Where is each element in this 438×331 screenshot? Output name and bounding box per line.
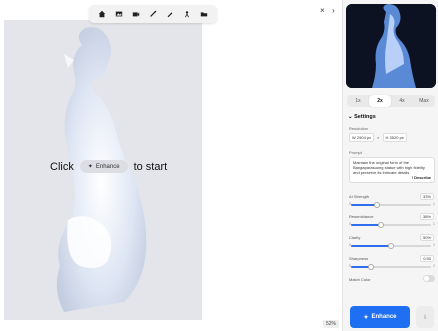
folder-icon[interactable] [198, 8, 210, 20]
sparkle-icon: ✦ [87, 164, 93, 170]
slider-value[interactable]: 33% [419, 193, 434, 200]
describe-icon: ⫶ [411, 174, 413, 180]
slider-label: Sharpness [349, 256, 369, 261]
scale-option-4x[interactable]: 4x [391, 95, 413, 107]
slider-min: 0 [349, 202, 351, 206]
start-text-before: Click [50, 160, 74, 173]
slider-label: Clarity [349, 235, 361, 240]
width-unit: px [366, 135, 372, 140]
slider-max: 1 [433, 243, 435, 247]
slider-max: 1 [433, 202, 435, 206]
video-icon[interactable] [130, 8, 142, 20]
preview-thumbnail[interactable] [346, 4, 436, 88]
slider-max: 1 [433, 222, 435, 226]
slider-value[interactable]: 38% [419, 213, 434, 220]
settings-title: Settings [354, 114, 376, 120]
width-value: 2904 [356, 135, 366, 140]
describe-label: Describe [414, 174, 431, 180]
slider-handle[interactable] [374, 202, 381, 208]
slider-fill [351, 224, 382, 226]
height-prefix: H [385, 135, 389, 140]
start-enhance-label: Enhance [95, 163, 120, 170]
slider-max: 2 [433, 264, 435, 268]
image-icon[interactable] [113, 8, 125, 20]
slider-track[interactable] [351, 222, 431, 228]
start-prompt: Click ✦ Enhance to start [50, 160, 167, 173]
width-prefix: W [352, 135, 356, 140]
slider-label: AI Strength [349, 194, 370, 199]
top-toolbar [89, 5, 217, 23]
scale-option-2x[interactable]: 2x [369, 95, 391, 107]
height-unit: px [399, 135, 404, 140]
height-value: 3520 [389, 135, 399, 140]
home-icon[interactable] [96, 8, 108, 20]
start-enhance-button[interactable]: ✦ Enhance [79, 160, 128, 173]
slider-handle[interactable] [368, 264, 374, 270]
wand-icon[interactable] [147, 8, 159, 20]
scale-selector: 1x 2x 4x Max [347, 95, 435, 107]
resolution-separator: × [377, 135, 380, 140]
slider-track[interactable] [351, 264, 431, 270]
match-color-label: Match Color [349, 277, 371, 282]
person-icon[interactable] [181, 8, 193, 20]
settings-sidebar: 1x 2x 4x Max ⌄ Settings Resolution W 2904 p… [342, 0, 438, 331]
slider-label: Resemblance [349, 214, 374, 219]
resolution-row: W 2904 px × H 3520 px [349, 133, 407, 142]
prompt-label: Prompt [349, 150, 362, 155]
preview-image [346, 4, 436, 88]
sparkle-icon: ✦ [363, 314, 369, 321]
download-icon[interactable]: ⇩ [416, 306, 434, 328]
canvas-area: × › Click ✦ Enhance to start 52% [0, 0, 342, 331]
match-color-toggle[interactable] [423, 275, 435, 282]
slider-min: 0 [349, 264, 351, 268]
resolution-label: Resolution [349, 126, 368, 131]
height-field[interactable]: H 3520 px [382, 133, 407, 142]
slider-handle[interactable] [388, 243, 394, 249]
enhance-label: Enhance [371, 314, 397, 320]
brush-icon[interactable] [164, 8, 176, 20]
slider-min: 0 [349, 243, 351, 247]
settings-header[interactable]: ⌄ Settings [348, 114, 376, 120]
slider-handle[interactable] [378, 222, 385, 228]
prompt-text: Maintain the original form of the Bangap… [353, 160, 425, 176]
chevron-right-icon[interactable]: › [332, 6, 335, 15]
slider-fill [351, 245, 391, 247]
slider-track[interactable] [351, 243, 431, 249]
start-text-after: to start [133, 160, 168, 173]
slider-track[interactable] [351, 202, 431, 208]
close-icon[interactable]: × [320, 6, 325, 15]
scale-option-1x[interactable]: 1x [347, 95, 369, 107]
enhance-button[interactable]: ✦ Enhance [350, 306, 410, 328]
slider-value[interactable]: 50% [419, 234, 434, 241]
width-field[interactable]: W 2904 px [349, 133, 375, 142]
slider-value[interactable]: 0.50 [420, 255, 434, 262]
prompt-textarea[interactable]: Maintain the original form of the Bangap… [349, 157, 435, 183]
zoom-level[interactable]: 52% [323, 320, 340, 328]
slider-min: 0 [349, 222, 351, 226]
scale-option-max[interactable]: Max [413, 95, 435, 107]
describe-button[interactable]: ⫶ Describe [412, 175, 431, 180]
